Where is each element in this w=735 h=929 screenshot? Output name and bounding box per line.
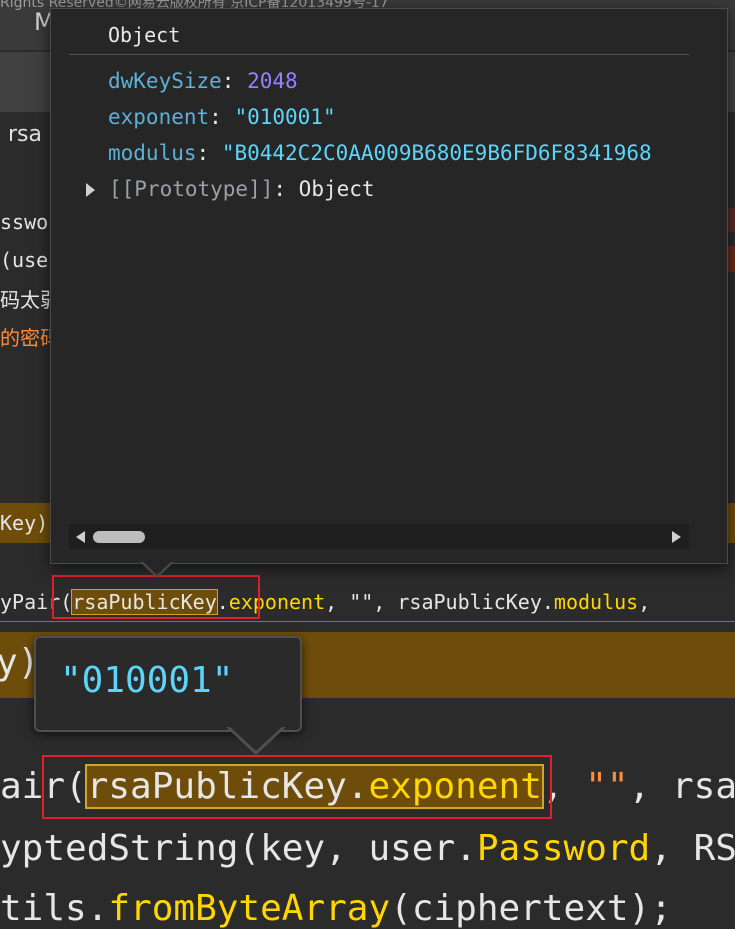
code-text: , — [628, 766, 651, 807]
code-line-user: (use — [0, 248, 48, 272]
highlight-text: Key) — [0, 511, 49, 535]
code-line-password: sswo — [0, 210, 48, 234]
code-member[interactable]: fromByteArray — [108, 888, 390, 929]
annotation-red-box — [52, 575, 260, 619]
property-key: modulus — [108, 141, 197, 165]
scroll-right-icon[interactable] — [672, 531, 681, 543]
code-text: . — [541, 590, 554, 614]
property-value: "010001" — [234, 105, 336, 129]
popup-pointer-fill — [142, 561, 172, 575]
code-text: yptedString(key, user. — [0, 828, 477, 869]
annotation-red-box — [42, 755, 552, 819]
code-text: , — [638, 590, 651, 614]
popup-title: Object — [108, 23, 181, 47]
value-tooltip: "010001" — [34, 636, 302, 732]
horizontal-scrollbar[interactable] — [69, 524, 689, 549]
file-tab-rsa[interactable]: rsa — [8, 122, 42, 147]
code-text: , "", — [325, 590, 398, 614]
expand-triangle-icon[interactable] — [86, 183, 95, 197]
code-text: (ciphertext); — [390, 888, 672, 929]
title-divider — [69, 54, 689, 55]
code-member[interactable]: modulus — [554, 590, 638, 614]
tooltip-pointer-fill — [229, 726, 283, 751]
code-text: (use — [0, 248, 49, 272]
scroll-left-icon[interactable] — [76, 531, 85, 543]
object-inspector-popup[interactable]: Object dwKeySize: 2048 exponent: "010001… — [50, 8, 728, 564]
code-identifier[interactable]: rsaPublicKey — [397, 590, 542, 614]
property-key: dwKeySize — [108, 69, 222, 93]
prototype-key: [[Prototype]] — [109, 177, 274, 201]
zoomed-code-line-3: tils.fromByteArray(ciphertext); — [0, 888, 672, 929]
property-value: 2048 — [247, 69, 298, 93]
prototype-value: Object — [298, 177, 375, 201]
string-literal: "" — [585, 766, 629, 807]
prototype-row[interactable]: [[Prototype]]: Object — [86, 177, 375, 201]
property-row[interactable]: exponent: "010001" — [108, 105, 336, 129]
tooltip-value: "010001" — [60, 660, 234, 701]
code-text: , RSA — [650, 828, 735, 869]
code-member[interactable]: Password — [477, 828, 650, 869]
property-row[interactable]: modulus: "B0442C2C0AA009B680E9B6FD6F8341… — [108, 141, 688, 165]
zoomed-code-line-2: yptedString(key, user.Password, RSA — [0, 828, 735, 869]
property-value: "B0442C2C0AA009B680E9B6FD6F8341968 — [221, 141, 652, 165]
scrollbar-thumb[interactable] — [93, 531, 145, 543]
code-text: rsaP — [671, 766, 735, 807]
property-row[interactable]: dwKeySize: 2048 — [108, 69, 298, 93]
code-text: sswo — [0, 210, 49, 234]
property-key: exponent — [108, 105, 210, 129]
code-text: tils. — [0, 888, 109, 929]
